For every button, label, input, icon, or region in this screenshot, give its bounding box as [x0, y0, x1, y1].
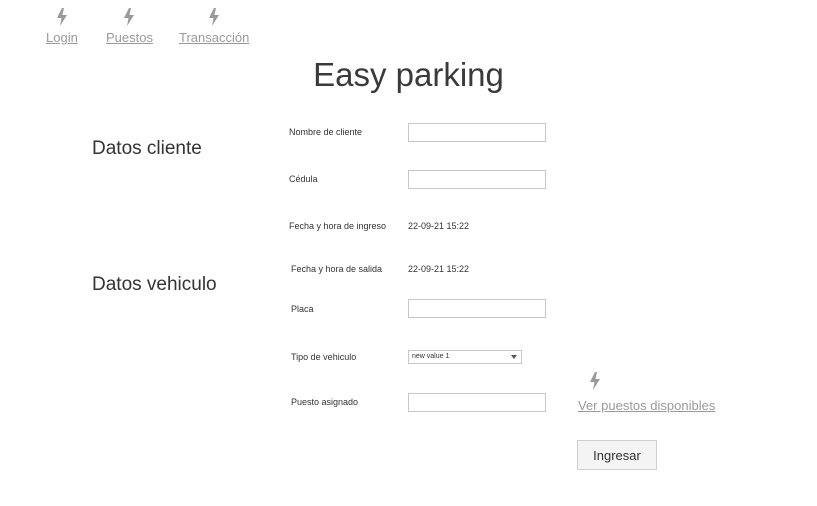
cedula-input[interactable]: [408, 170, 546, 189]
salida-value: 22-09-21 15:22: [408, 264, 470, 274]
cedula-label: Cédula: [289, 174, 318, 184]
tipo-label: Tipo de vehiculo: [291, 352, 357, 362]
ingresar-button[interactable]: Ingresar: [577, 440, 657, 470]
lightning-bolt-icon: [587, 372, 603, 395]
nav-label-transaccion[interactable]: Transacción: [179, 30, 249, 45]
placa-label: Placa: [291, 304, 314, 314]
ver-puestos-label[interactable]: Ver puestos disponibles: [578, 398, 715, 413]
section-title-cliente: Datos cliente: [92, 138, 202, 159]
nav-item-login[interactable]: Login: [46, 8, 78, 45]
tipo-select[interactable]: new value 1: [408, 350, 522, 364]
nav-label-login[interactable]: Login: [46, 30, 78, 45]
lightning-bolt-icon: [54, 8, 70, 26]
nombre-input[interactable]: [408, 123, 546, 142]
puesto-input[interactable]: [408, 393, 546, 412]
page-title: Easy parking: [313, 56, 504, 93]
nav-item-puestos[interactable]: Puestos: [106, 8, 153, 45]
ingreso-value: 22-09-21 15:22: [408, 221, 470, 231]
ingreso-label: Fecha y hora de ingreso: [289, 221, 387, 231]
chevron-down-icon: [511, 355, 517, 359]
nombre-label: Nombre de cliente: [289, 127, 363, 137]
lightning-bolt-icon: [206, 8, 222, 26]
puesto-label: Puesto asignado: [291, 397, 359, 407]
ver-puestos-link[interactable]: Ver puestos disponibles: [578, 372, 715, 413]
section-title-vehiculo: Datos vehiculo: [92, 274, 217, 295]
lightning-bolt-icon: [121, 8, 137, 26]
salida-label: Fecha y hora de salida: [291, 264, 383, 274]
placa-input[interactable]: [408, 299, 546, 318]
tipo-select-value: new value 1: [412, 353, 450, 360]
nav-item-transaccion[interactable]: Transacción: [179, 8, 249, 45]
nav-label-puestos[interactable]: Puestos: [106, 30, 153, 45]
